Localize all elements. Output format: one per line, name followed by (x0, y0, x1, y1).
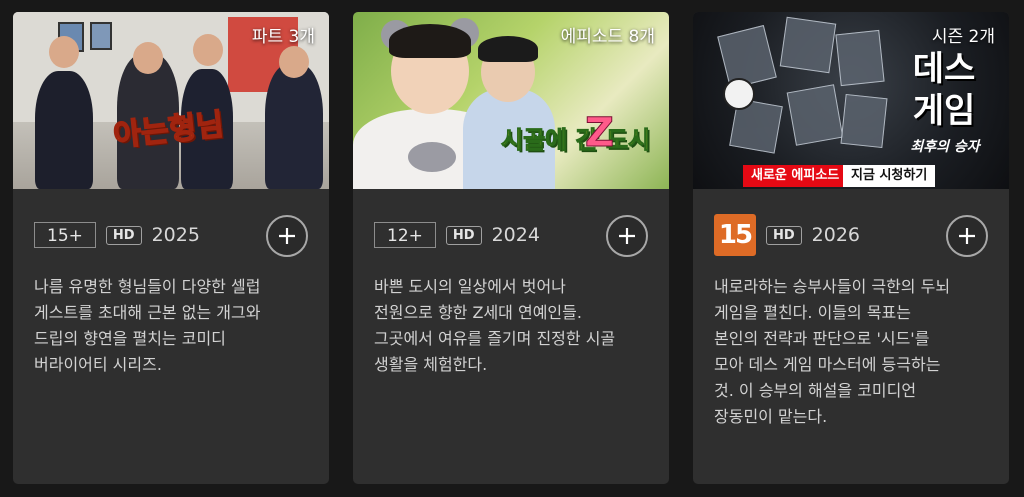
title-thumbnail[interactable]: 데스 게임 최후의 승자 새로운 에피소드 지금 시청하기 시즌 2개 (693, 12, 1009, 189)
thumbnail-decor (90, 22, 112, 50)
add-to-list-button[interactable] (946, 215, 988, 257)
release-year: 2025 (151, 224, 200, 246)
thumbnail-decor (723, 78, 755, 110)
title-logo-subtitle: 최후의 승자 (910, 139, 980, 155)
hd-badge: HD (105, 225, 142, 245)
thumbnail-figure (35, 71, 93, 189)
episode-count: 파트 3개 (251, 27, 315, 47)
season-count: 시즌 2개 (931, 27, 995, 47)
title-logo: 데스 게임 (912, 49, 976, 131)
add-to-list-button[interactable] (606, 215, 648, 257)
maturity-rating: 12+ (374, 222, 436, 248)
new-episode-tag: 새로운 에피소드 (743, 165, 848, 187)
thumbnail-decor (840, 93, 888, 149)
title-synopsis: 나름 유명한 형님들이 다양한 셀럽 게스트를 초대해 근본 없는 개그와 드립… (34, 277, 261, 374)
add-to-list-button[interactable] (266, 215, 308, 257)
thumbnail-figure (478, 36, 538, 62)
thumbnail-figure (133, 42, 163, 74)
title-thumbnail[interactable]: 시골에 간 도시 Z 에피소드 8개 (353, 12, 669, 189)
rating-15-icon: 15 (714, 214, 756, 256)
release-year: 2024 (491, 224, 540, 246)
plus-icon (619, 228, 635, 244)
watch-now-tag: 지금 시청하기 (843, 165, 936, 187)
plus-icon (959, 228, 975, 244)
hd-badge: HD (766, 225, 802, 245)
title-card-row: 아는형님 파트 3개 15+ HD 2025 나름 유명한 형님들이 다양한 셀… (0, 0, 1024, 497)
thumbnail-figure (389, 24, 471, 58)
title-thumbnail[interactable]: 아는형님 파트 3개 (13, 12, 329, 189)
thumbnail-figure (49, 36, 79, 68)
meta-row: 12+ HD 2024 (374, 215, 648, 257)
title-synopsis: 내로라하는 승부사들이 극한의 두뇌 게임을 펼친다. 이들의 목표는 본인의 … (714, 277, 951, 426)
title-card[interactable]: 데스 게임 최후의 승자 새로운 에피소드 지금 시청하기 시즌 2개 15 H… (693, 12, 1009, 484)
maturity-rating: 15+ (34, 222, 96, 248)
plus-icon (279, 228, 295, 244)
title-logo: 시골에 간 도시 (500, 126, 651, 155)
thumbnail-decor (779, 16, 837, 74)
thumbnail-decor (786, 84, 844, 146)
title-card[interactable]: 아는형님 파트 3개 15+ HD 2025 나름 유명한 형님들이 다양한 셀… (13, 12, 329, 484)
episode-count: 에피소드 8개 (560, 27, 655, 47)
thumbnail-figure (279, 46, 309, 78)
release-year: 2026 (811, 224, 861, 246)
thumbnail-decor (835, 29, 885, 87)
title-logo: Z (584, 110, 615, 157)
hd-badge: HD (445, 225, 482, 245)
meta-row: 15 HD 2026 (714, 214, 988, 257)
meta-row: 15+ HD 2025 (34, 215, 308, 257)
title-card[interactable]: 시골에 간 도시 Z 에피소드 8개 12+ HD 2024 바쁜 도시의 일상… (353, 12, 669, 484)
thumbnail-decor (408, 142, 456, 172)
thumbnail-figure (265, 64, 323, 189)
title-synopsis: 바쁜 도시의 일상에서 벗어나 전원으로 향한 Z세대 연예인들. 그곳에서 여… (374, 277, 616, 374)
thumbnail-figure (193, 34, 223, 66)
